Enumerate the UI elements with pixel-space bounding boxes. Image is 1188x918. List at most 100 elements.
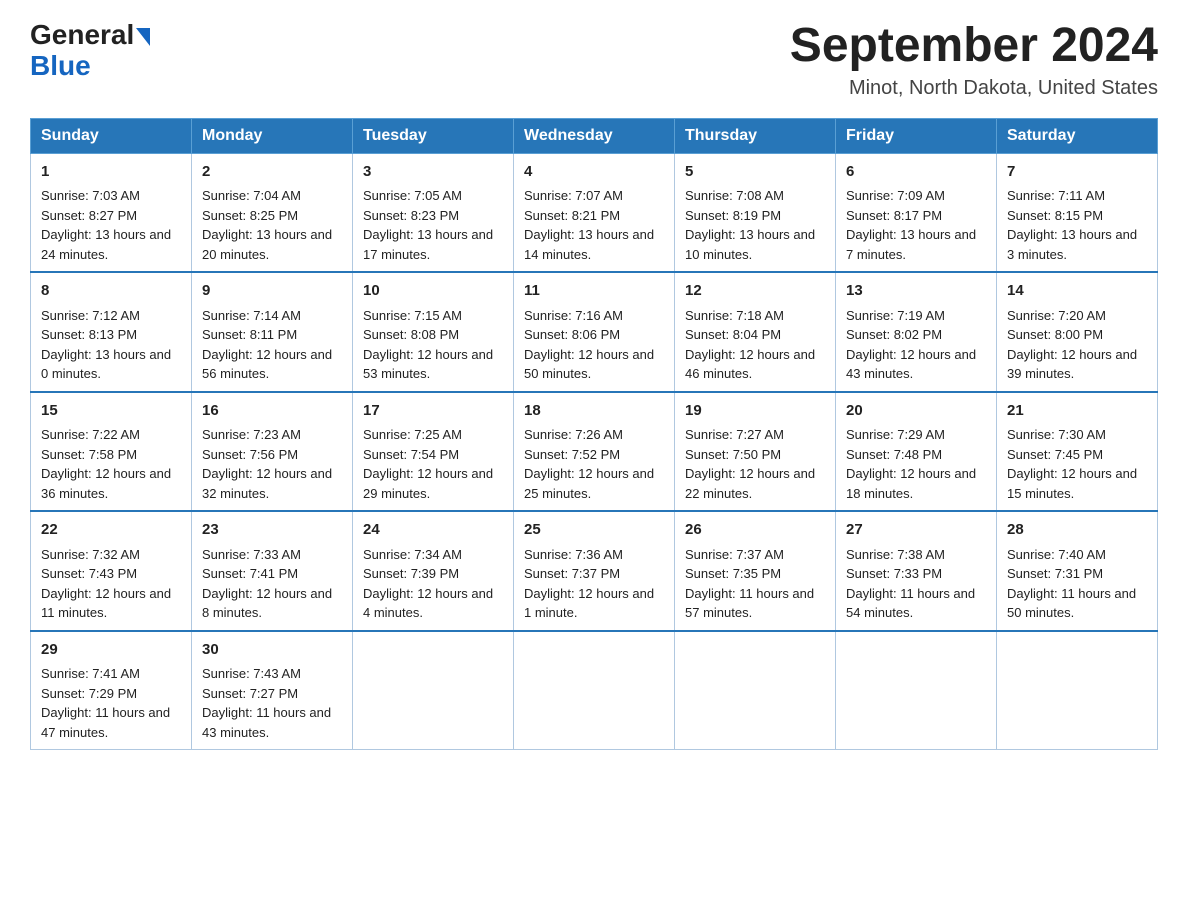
sunset-label: Sunset: 8:15 PM [1007, 208, 1103, 223]
calendar-table: SundayMondayTuesdayWednesdayThursdayFrid… [30, 118, 1158, 751]
sunrise-label: Sunrise: 7:27 AM [685, 427, 784, 442]
sunrise-label: Sunrise: 7:40 AM [1007, 547, 1106, 562]
daylight-label: Daylight: 12 hours and 53 minutes. [363, 347, 493, 382]
day-cell: 19 Sunrise: 7:27 AM Sunset: 7:50 PM Dayligh… [675, 392, 836, 512]
day-number: 19 [685, 400, 825, 423]
day-cell: 26Sunrise: 7:37 AMSunset: 7:35 PMDayligh… [675, 511, 836, 631]
sunrise-label: Sunrise: 7:34 AM [363, 547, 462, 562]
day-number: 18 [524, 400, 664, 423]
daylight-label: Daylight: 12 hours and 50 minutes. [524, 347, 654, 382]
sunrise-label: Sunrise: 7:43 AM [202, 666, 301, 681]
day-cell: 28Sunrise: 7:40 AMSunset: 7:31 PMDayligh… [997, 511, 1158, 631]
day-cell: 8Sunrise: 7:12 AMSunset: 8:13 PMDaylight… [31, 272, 192, 392]
day-cell [675, 631, 836, 750]
sunrise-label: Sunrise: 7:33 AM [202, 547, 301, 562]
day-number: 26 [685, 519, 825, 542]
sunrise-label: Sunrise: 7:12 AM [41, 308, 140, 323]
day-cell: 10 Sunrise: 7:15 AM Sunset: 8:08 PM Dayligh… [353, 272, 514, 392]
day-number: 16 [202, 400, 342, 423]
sunrise-label: Sunrise: 7:19 AM [846, 308, 945, 323]
header-cell-thursday: Thursday [675, 118, 836, 153]
day-number: 1 [41, 161, 181, 184]
header-cell-friday: Friday [836, 118, 997, 153]
week-row-3: 15Sunrise: 7:22 AMSunset: 7:58 PMDayligh… [31, 392, 1158, 512]
daylight-label: Daylight: 12 hours and 8 minutes. [202, 586, 332, 621]
sunset-label: Sunset: 7:35 PM [685, 566, 781, 581]
week-row-1: 1 Sunrise: 7:03 AM Sunset: 8:27 PM Daylight… [31, 153, 1158, 272]
sunset-label: Sunset: 8:27 PM [41, 208, 137, 223]
day-cell: 9Sunrise: 7:14 AMSunset: 8:11 PMDaylight… [192, 272, 353, 392]
daylight-label: Daylight: 12 hours and 46 minutes. [685, 347, 815, 382]
sunset-label: Sunset: 8:19 PM [685, 208, 781, 223]
day-number: 29 [41, 639, 181, 662]
daylight-label: Daylight: 12 hours and 32 minutes. [202, 466, 332, 501]
daylight-label: Daylight: 12 hours and 11 minutes. [41, 586, 171, 621]
sunrise-label: Sunrise: 7:37 AM [685, 547, 784, 562]
day-number: 7 [1007, 161, 1147, 184]
sunset-label: Sunset: 7:45 PM [1007, 447, 1103, 462]
day-cell: 22Sunrise: 7:32 AMSunset: 7:43 PMDayligh… [31, 511, 192, 631]
header-cell-monday: Monday [192, 118, 353, 153]
sunrise-label: Sunrise: 7:05 AM [363, 188, 462, 203]
daylight-label: Daylight: 12 hours and 43 minutes. [846, 347, 976, 382]
header-cell-tuesday: Tuesday [353, 118, 514, 153]
day-number: 13 [846, 280, 986, 303]
sunrise-label: Sunrise: 7:32 AM [41, 547, 140, 562]
daylight-label: Daylight: 12 hours and 22 minutes. [685, 466, 815, 501]
sunset-label: Sunset: 7:48 PM [846, 447, 942, 462]
day-cell [514, 631, 675, 750]
day-cell: 7Sunrise: 7:11 AMSunset: 8:15 PMDaylight… [997, 153, 1158, 272]
sunset-label: Sunset: 7:39 PM [363, 566, 459, 581]
sunrise-label: Sunrise: 7:07 AM [524, 188, 623, 203]
daylight-label: Daylight: 12 hours and 1 minute. [524, 586, 654, 621]
sunrise-label: Sunrise: 7:15 AM [363, 308, 462, 323]
sunset-label: Sunset: 8:08 PM [363, 327, 459, 342]
daylight-label: Daylight: 12 hours and 25 minutes. [524, 466, 654, 501]
day-cell: 23Sunrise: 7:33 AMSunset: 7:41 PMDayligh… [192, 511, 353, 631]
day-number: 5 [685, 161, 825, 184]
daylight-label: Daylight: 12 hours and 56 minutes. [202, 347, 332, 382]
day-cell: 11Sunrise: 7:16 AMSunset: 8:06 PMDayligh… [514, 272, 675, 392]
daylight-label: Daylight: 13 hours and 0 minutes. [41, 347, 171, 382]
sunset-label: Sunset: 8:11 PM [202, 327, 297, 342]
day-number: 24 [363, 519, 503, 542]
day-cell: 12Sunrise: 7:18 AMSunset: 8:04 PMDayligh… [675, 272, 836, 392]
sunrise-label: Sunrise: 7:04 AM [202, 188, 301, 203]
sunset-label: Sunset: 7:43 PM [41, 566, 137, 581]
day-cell: 18Sunrise: 7:26 AMSunset: 7:52 PMDayligh… [514, 392, 675, 512]
title-area: September 2024 Minot, North Dakota, Unit… [790, 20, 1158, 100]
daylight-label: Daylight: 13 hours and 3 minutes. [1007, 227, 1137, 262]
daylight-label: Daylight: 13 hours and 7 minutes. [846, 227, 976, 262]
daylight-label: Daylight: 13 hours and 17 minutes. [363, 227, 493, 262]
week-row-2: 8Sunrise: 7:12 AMSunset: 8:13 PMDaylight… [31, 272, 1158, 392]
day-cell: 16Sunrise: 7:23 AMSunset: 7:56 PMDayligh… [192, 392, 353, 512]
header-cell-wednesday: Wednesday [514, 118, 675, 153]
day-cell [353, 631, 514, 750]
sunrise-label: Sunrise: 7:16 AM [524, 308, 623, 323]
daylight-label: Daylight: 12 hours and 36 minutes. [41, 466, 171, 501]
sunset-label: Sunset: 8:06 PM [524, 327, 620, 342]
sunrise-label: Sunrise: 7:41 AM [41, 666, 140, 681]
daylight-label: Daylight: 12 hours and 18 minutes. [846, 466, 976, 501]
day-number: 2 [202, 161, 342, 184]
sunset-label: Sunset: 8:04 PM [685, 327, 781, 342]
day-number: 10 [363, 280, 503, 303]
sunset-label: Sunset: 7:27 PM [202, 686, 298, 701]
sunrise-label: Sunrise: 7:14 AM [202, 308, 301, 323]
day-number: 17 [363, 400, 503, 423]
sunset-label: Sunset: 8:13 PM [41, 327, 137, 342]
sunset-label: Sunset: 8:21 PM [524, 208, 620, 223]
day-number: 28 [1007, 519, 1147, 542]
day-number: 14 [1007, 280, 1147, 303]
sunset-label: Sunset: 8:02 PM [846, 327, 942, 342]
daylight-label: Daylight: 11 hours and 50 minutes. [1007, 586, 1136, 621]
daylight-label: Daylight: 12 hours and 15 minutes. [1007, 466, 1137, 501]
sunset-label: Sunset: 7:56 PM [202, 447, 298, 462]
day-cell: 2Sunrise: 7:04 AMSunset: 8:25 PMDaylight… [192, 153, 353, 272]
sunset-label: Sunset: 7:29 PM [41, 686, 137, 701]
sunset-label: Sunset: 7:52 PM [524, 447, 620, 462]
day-cell: 25Sunrise: 7:36 AMSunset: 7:37 PMDayligh… [514, 511, 675, 631]
sunset-label: Sunset: 7:50 PM [685, 447, 781, 462]
sunrise-label: Sunrise: 7:08 AM [685, 188, 784, 203]
sunrise-label: Sunrise: 7:03 AM [41, 188, 140, 203]
